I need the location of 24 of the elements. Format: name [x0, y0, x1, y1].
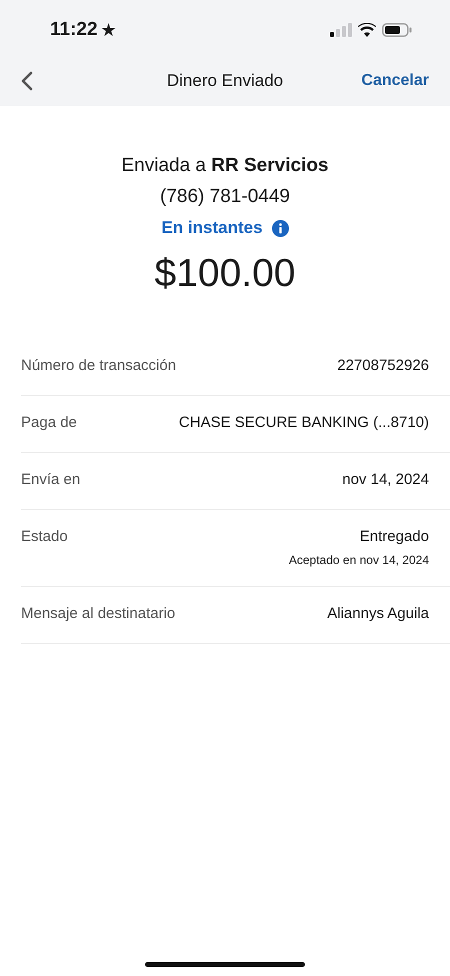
detail-value: nov 14, 2024 [342, 470, 429, 490]
detail-label: Paga de [21, 413, 77, 433]
detail-label: Número de transacción [21, 356, 176, 376]
detail-value: CHASE SECURE BANKING (...8710) [178, 413, 429, 433]
detail-value: 22708752926 [337, 356, 429, 376]
delivery-speed: En instantes [161, 218, 263, 238]
recipient-text: Enviada a RR Servicios [121, 154, 329, 178]
star-icon: ★ [100, 19, 117, 41]
detail-note: Aceptado en nov 14, 2024 [288, 552, 429, 568]
cancel-link[interactable]: Cancelar [361, 72, 429, 90]
phone-number: (786) 781-0449 [160, 185, 290, 209]
detail-label: Estado [21, 527, 68, 547]
wifi-icon [358, 23, 376, 37]
detail-label: Envía en [21, 470, 80, 490]
back-button[interactable] [21, 71, 33, 91]
detail-value: Aliannys Aguila [327, 604, 429, 624]
detail-value: Entregado [360, 527, 429, 547]
battery-icon [382, 23, 412, 37]
status-time: 11:22 [50, 19, 98, 41]
amount: $100.00 [154, 251, 296, 297]
detail-label: Mensaje al destinatario [21, 604, 176, 624]
info-icon[interactable] [272, 220, 289, 236]
screen-title: Dinero Enviado [166, 71, 284, 91]
signal-icon [330, 23, 352, 37]
